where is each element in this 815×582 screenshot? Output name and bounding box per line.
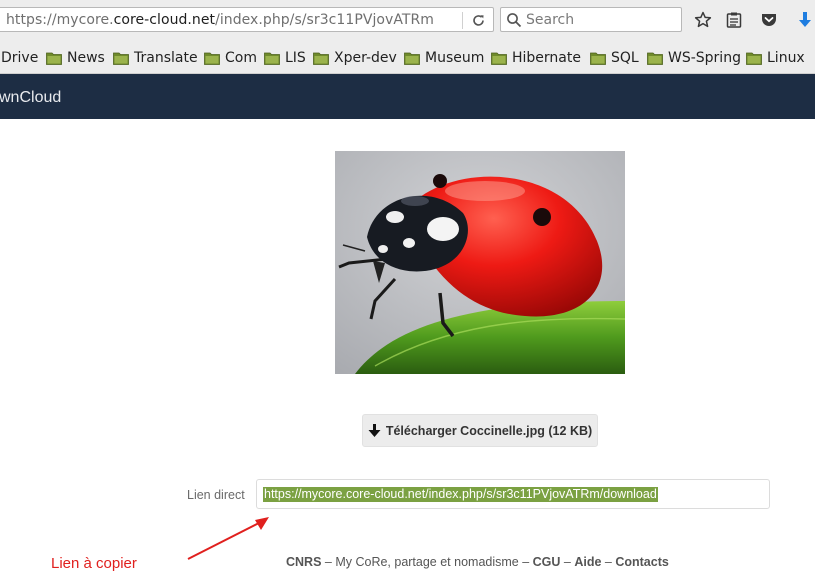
bookmark-sql[interactable]: SQL [590,49,639,67]
reload-icon[interactable] [470,12,487,29]
footer-separator: – [518,555,533,569]
folder-icon [46,52,62,65]
reading-list-icon[interactable] [724,10,744,30]
url-bar[interactable]: https://mycore.core-cloud.net/index.php/… [0,7,494,32]
footer-contacts-link[interactable]: Contacts [615,555,668,569]
app-title[interactable]: wnCloud [0,89,61,107]
bookmark-translate[interactable]: Translate [113,49,198,67]
download-button[interactable]: Télécharger Coccinelle.jpg (12 KB) [362,414,598,447]
browser-toolbar: https://mycore.core-cloud.net/index.php/… [0,0,815,40]
bookmark-linux[interactable]: Linux [746,49,805,67]
footer-separator: – [321,555,336,569]
bookmark-xper-dev[interactable]: Xper-dev [313,49,397,67]
pocket-icon[interactable] [759,10,779,30]
footer-separator: – [560,555,575,569]
folder-icon [204,52,220,65]
bookmark-museum[interactable]: Museum [404,49,484,67]
folder-icon [491,52,507,65]
bookmark-drive[interactable]: Drive [1,49,38,67]
folder-icon [647,52,663,65]
ladybug-image [335,151,625,374]
download-arrow-icon [368,423,381,437]
bookmark-hibernate[interactable]: Hibernate [491,49,581,67]
download-label: Télécharger Coccinelle.jpg (12 KB) [385,423,593,438]
search-icon [507,13,522,28]
url-separator [462,12,463,29]
bookmark-news[interactable]: News [46,49,105,67]
folder-icon [313,52,329,65]
search-placeholder: Search [526,12,575,28]
footer-tagline: My CoRe, partage et nomadisme [335,555,519,569]
footer-aide-link[interactable]: Aide [574,555,601,569]
annotation-text: Lien à copier [51,555,137,572]
download-icon[interactable] [795,10,815,30]
direct-link-label: Lien direct [187,488,245,502]
annotation-arrow-icon [187,517,269,560]
folder-icon [404,52,420,65]
search-bar[interactable]: Search [500,7,682,32]
bookmark-star-icon[interactable] [693,10,713,30]
footer-separator: – [601,555,616,569]
bookmarks-bar: Drive News Translate Com LIS Xper-dev Mu… [0,40,815,74]
direct-link-input[interactable]: https://mycore.core-cloud.net/index.php/… [256,479,770,509]
app-header: wnCloud [0,74,815,119]
folder-icon [590,52,606,65]
url-text: https://mycore.core-cloud.net/index.php/… [6,12,434,28]
footer: CNRS – My CoRe, partage et nomadisme – C… [286,555,669,569]
folder-icon [113,52,129,65]
footer-org[interactable]: CNRS [286,555,321,569]
folder-icon [746,52,762,65]
direct-link-value[interactable]: https://mycore.core-cloud.net/index.php/… [263,487,658,502]
bookmark-com[interactable]: Com [204,49,257,67]
footer-cgu-link[interactable]: CGU [533,555,561,569]
folder-icon [264,52,280,65]
image-preview [335,151,625,374]
bookmark-lis[interactable]: LIS [264,49,306,67]
bookmark-ws-spring[interactable]: WS-Spring [647,49,741,67]
